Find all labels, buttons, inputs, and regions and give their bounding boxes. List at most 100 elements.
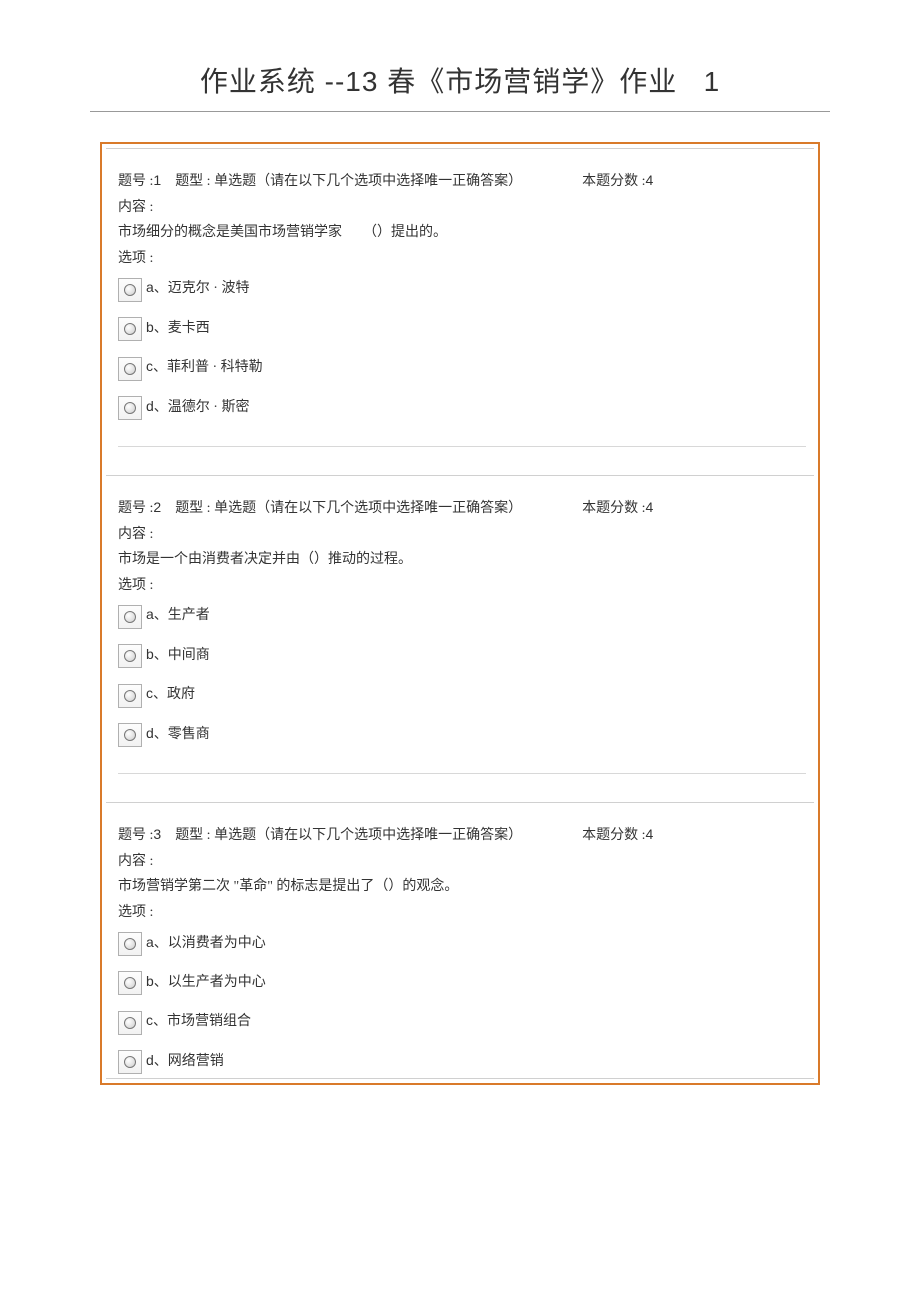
option-key: c: [146, 358, 153, 374]
questions-container: 题号 :1 题型 : 单选题（请在以下几个选项中选择唯一正确答案）本题分数 :4…: [100, 142, 820, 1085]
options-label: 选项 :: [118, 575, 806, 597]
option-label: 、政府: [153, 687, 195, 702]
option-text: c、政府: [146, 682, 195, 707]
option-text: a、生产者: [146, 603, 210, 628]
radio-icon[interactable]: [118, 396, 142, 420]
option-item: a、生产者: [118, 603, 806, 628]
options-list: a、以消费者为中心 b、以生产者为中心 c、市场营销组合 d、网络营销: [118, 931, 806, 1075]
radio-icon[interactable]: [118, 684, 142, 708]
option-text: d、网络营销: [146, 1049, 224, 1074]
score-wrap: 本题分数 :4: [582, 823, 653, 847]
qtype-label: 题型 :: [175, 501, 214, 516]
question-stem: 市场是一个由消费者决定并由（）推动的过程。: [118, 549, 806, 571]
option-key: c: [146, 685, 153, 701]
qno-label: 题号 :: [118, 174, 153, 189]
option-key: d: [146, 1052, 154, 1068]
content-label: 内容 :: [118, 197, 806, 219]
inner-divider: [118, 773, 806, 774]
score-value: 4: [645, 499, 653, 515]
radio-icon[interactable]: [118, 357, 142, 381]
qtype-text: 单选题（请在以下几个选项中选择唯一正确答案）: [214, 501, 522, 516]
option-item: a、迈克尔 · 波特: [118, 276, 806, 301]
score-label: 本题分数 :: [582, 174, 645, 189]
title-suffix: 1: [704, 66, 721, 97]
radio-icon[interactable]: [118, 278, 142, 302]
radio-icon[interactable]: [118, 932, 142, 956]
option-item: b、以生产者为中心: [118, 970, 806, 995]
option-label: 、生产者: [154, 608, 210, 623]
option-key: b: [146, 973, 154, 989]
option-label: 、零售商: [154, 727, 210, 742]
option-item: a、以消费者为中心: [118, 931, 806, 956]
page-title: 作业系统 --13 春《市场营销学》作业 1: [0, 60, 920, 105]
content-label: 内容 :: [118, 851, 806, 873]
option-item: c、政府: [118, 682, 806, 707]
qno-value: 2: [153, 499, 161, 515]
option-label: 、中间商: [154, 648, 210, 663]
radio-icon[interactable]: [118, 723, 142, 747]
page-root: 作业系统 --13 春《市场营销学》作业 1 题号 :1 题型 : 单选题（请在…: [0, 0, 920, 1105]
option-label: 、网络营销: [154, 1054, 224, 1069]
option-text: b、以生产者为中心: [146, 970, 266, 995]
question-stem: 市场营销学第二次 "革命" 的标志是提出了（）的观念。: [118, 876, 806, 898]
qno-label: 题号 :: [118, 501, 153, 516]
option-label: 、菲利普 · 科特勒: [153, 360, 263, 375]
option-key: d: [146, 398, 154, 414]
option-key: a: [146, 606, 154, 622]
option-key: b: [146, 319, 154, 335]
radio-icon[interactable]: [118, 1050, 142, 1074]
qno-value: 3: [153, 826, 161, 842]
radio-icon[interactable]: [118, 971, 142, 995]
option-label: 、以消费者为中心: [154, 936, 266, 951]
qtype-label: 题型 :: [175, 828, 214, 843]
question-stem: 市场细分的概念是美国市场营销学家 （）提出的。: [118, 222, 806, 244]
options-list: a、生产者 b、中间商 c、政府 d、零售商: [118, 603, 806, 747]
option-text: c、菲利普 · 科特勒: [146, 355, 263, 380]
qtype-text: 单选题（请在以下几个选项中选择唯一正确答案）: [214, 174, 522, 189]
score-wrap: 本题分数 :4: [582, 169, 653, 193]
option-label: 、麦卡西: [154, 321, 210, 336]
option-text: b、中间商: [146, 643, 210, 668]
option-label: 、迈克尔 · 波特: [154, 281, 250, 296]
options-list: a、迈克尔 · 波特 b、麦卡西 c、菲利普 · 科特勒 d、温德尔 · 斯密: [118, 276, 806, 420]
option-item: d、零售商: [118, 722, 806, 747]
option-label: 、以生产者为中心: [154, 975, 266, 990]
option-item: b、中间商: [118, 643, 806, 668]
option-key: a: [146, 279, 154, 295]
title-divider: [90, 111, 830, 112]
option-text: d、零售商: [146, 722, 210, 747]
inner-divider: [118, 446, 806, 447]
radio-icon[interactable]: [118, 605, 142, 629]
score-label: 本题分数 :: [582, 828, 645, 843]
qtype-text: 单选题（请在以下几个选项中选择唯一正确答案）: [214, 828, 522, 843]
option-key: c: [146, 1012, 153, 1028]
stem-post: （）提出的。: [363, 225, 447, 240]
score-wrap: 本题分数 :4: [582, 496, 653, 520]
question-header: 题号 :2 题型 : 单选题（请在以下几个选项中选择唯一正确答案） 本题分数 :4: [118, 496, 806, 520]
option-text: c、市场营销组合: [146, 1009, 251, 1034]
qno-label: 题号 :: [118, 828, 153, 843]
option-item: b、麦卡西: [118, 316, 806, 341]
score-label: 本题分数 :: [582, 501, 645, 516]
title-prefix: 作业系统 --: [200, 66, 345, 97]
option-key: d: [146, 725, 154, 741]
title-mid: 春《市场营销学》作业: [378, 66, 677, 97]
question-header: 题号 :3 题型 : 单选题（请在以下几个选项中选择唯一正确答案） 本题分数 :4: [118, 823, 806, 847]
option-text: a、以消费者为中心: [146, 931, 266, 956]
radio-icon[interactable]: [118, 644, 142, 668]
question-block: 题号 :2 题型 : 单选题（请在以下几个选项中选择唯一正确答案） 本题分数 :4…: [106, 475, 814, 802]
option-item: d、温德尔 · 斯密: [118, 395, 806, 420]
content-label: 内容 :: [118, 524, 806, 546]
option-label: 、温德尔 · 斯密: [154, 400, 250, 415]
qtype-label: 题型 :: [175, 174, 214, 189]
question-block: 题号 :3 题型 : 单选题（请在以下几个选项中选择唯一正确答案） 本题分数 :4…: [106, 802, 814, 1079]
option-key: a: [146, 934, 154, 950]
option-label: 、市场营销组合: [153, 1014, 251, 1029]
radio-icon[interactable]: [118, 1011, 142, 1035]
option-item: c、市场营销组合: [118, 1009, 806, 1034]
option-item: c、菲利普 · 科特勒: [118, 355, 806, 380]
option-text: a、迈克尔 · 波特: [146, 276, 249, 301]
qno-value: 1: [153, 172, 161, 188]
radio-icon[interactable]: [118, 317, 142, 341]
option-item: d、网络营销: [118, 1049, 806, 1074]
